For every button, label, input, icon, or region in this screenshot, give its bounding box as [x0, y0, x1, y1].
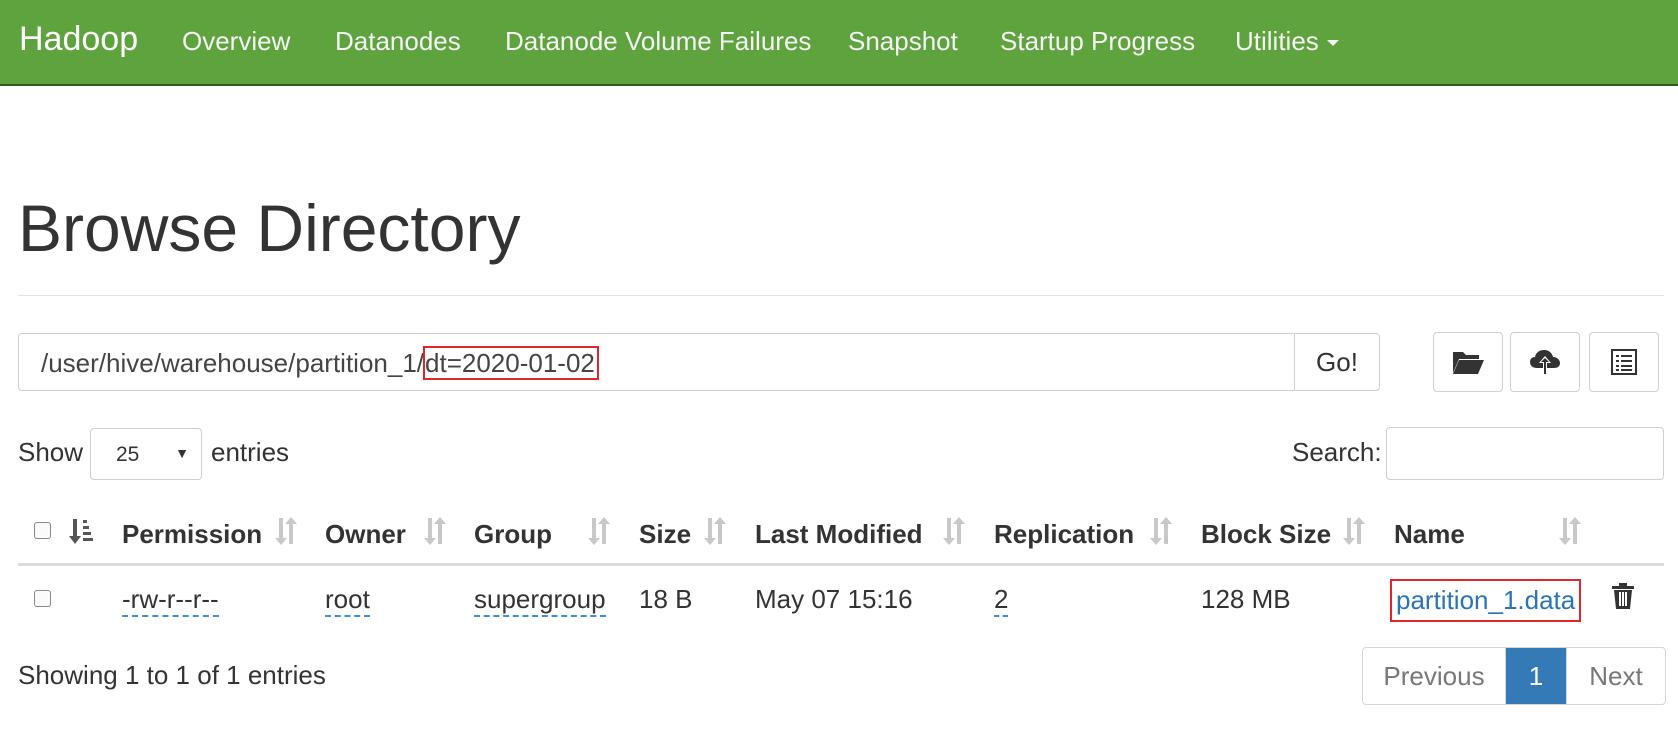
- go-button[interactable]: Go!: [1294, 333, 1380, 391]
- nav-datanode-volume-failures[interactable]: Datanode Volume Failures: [505, 26, 811, 57]
- cell-replication[interactable]: 2: [994, 584, 1009, 617]
- entries-per-page-select[interactable]: 25 ▼: [90, 428, 202, 480]
- trash-icon[interactable]: [1611, 582, 1635, 610]
- dropdown-arrow-icon: ▼: [175, 445, 189, 461]
- column-header-owner[interactable]: Owner: [325, 519, 406, 550]
- nav-snapshot[interactable]: Snapshot: [848, 26, 958, 57]
- entries-per-page-value: 25: [116, 443, 140, 466]
- nav-utilities-label: Utilities: [1235, 26, 1319, 56]
- cell-last-modified: May 07 15:16: [755, 584, 913, 614]
- nav-utilities[interactable]: Utilities: [1235, 26, 1339, 57]
- cell-block-size: 128 MB: [1201, 584, 1291, 614]
- directory-path-input[interactable]: /user/hive/warehouse/partition_1/dt=2020…: [18, 333, 1295, 391]
- sort-both-icon[interactable]: [1147, 516, 1173, 546]
- sort-both-icon[interactable]: [1340, 516, 1366, 546]
- cell-owner[interactable]: root: [325, 584, 370, 617]
- column-header-replication[interactable]: Replication: [994, 519, 1134, 550]
- sort-both-icon[interactable]: [585, 516, 611, 546]
- nav-datanodes[interactable]: Datanodes: [335, 26, 461, 57]
- cloud-upload-icon: [1530, 350, 1560, 375]
- folder-open-icon: [1453, 352, 1484, 374]
- page-title: Browse Directory: [18, 191, 521, 265]
- sort-both-icon[interactable]: [272, 516, 298, 546]
- entries-label: entries: [211, 437, 290, 467]
- column-header-group[interactable]: Group: [474, 519, 552, 550]
- caret-down-icon: [1326, 40, 1339, 47]
- nav-startup-progress[interactable]: Startup Progress: [1000, 26, 1195, 57]
- cut-paste-button[interactable]: [1589, 332, 1659, 392]
- row-select-checkbox[interactable]: [34, 590, 51, 607]
- select-all-checkbox[interactable]: [34, 522, 51, 539]
- cell-permission[interactable]: -rw-r--r--: [122, 584, 219, 617]
- list-icon: [1611, 349, 1637, 375]
- show-label: Show: [18, 437, 84, 467]
- cell-size: 18 B: [639, 584, 693, 614]
- search-label: Search:: [1292, 437, 1382, 467]
- column-header-last-modified[interactable]: Last Modified: [755, 519, 923, 550]
- pagination: Previous 1 Next: [1362, 647, 1666, 705]
- pagination-next[interactable]: Next: [1566, 648, 1665, 704]
- sort-both-icon[interactable]: [701, 516, 727, 546]
- sort-ascending-icon[interactable]: [68, 516, 94, 546]
- sort-both-icon[interactable]: [1556, 516, 1582, 546]
- column-header-permission[interactable]: Permission: [122, 519, 262, 550]
- column-header-name[interactable]: Name: [1394, 519, 1465, 550]
- path-prefix: /user/hive/warehouse/partition_1/: [41, 348, 425, 378]
- table-info: Showing 1 to 1 of 1 entries: [18, 660, 326, 690]
- top-navbar: Hadoop Overview Datanodes Datanode Volum…: [0, 0, 1678, 86]
- header-divider: [18, 295, 1664, 296]
- path-highlighted-segment: dt=2020-01-02: [423, 346, 599, 380]
- cell-group[interactable]: supergroup: [474, 584, 606, 617]
- upload-button[interactable]: [1510, 332, 1580, 392]
- pagination-previous[interactable]: Previous: [1363, 648, 1506, 704]
- column-header-size[interactable]: Size: [639, 519, 691, 550]
- search-input[interactable]: [1386, 427, 1664, 480]
- nav-overview[interactable]: Overview: [182, 26, 290, 57]
- sort-both-icon[interactable]: [940, 516, 966, 546]
- column-header-block-size[interactable]: Block Size: [1201, 519, 1331, 550]
- brand-logo[interactable]: Hadoop: [19, 20, 138, 59]
- sort-both-icon[interactable]: [421, 516, 447, 546]
- path-text: /user/hive/warehouse/partition_1/dt=2020…: [41, 346, 599, 380]
- table-header-divider: [18, 563, 1664, 566]
- create-directory-button[interactable]: [1433, 332, 1503, 392]
- pagination-page-1[interactable]: 1: [1506, 648, 1566, 704]
- file-name-link[interactable]: partition_1.data: [1390, 579, 1582, 622]
